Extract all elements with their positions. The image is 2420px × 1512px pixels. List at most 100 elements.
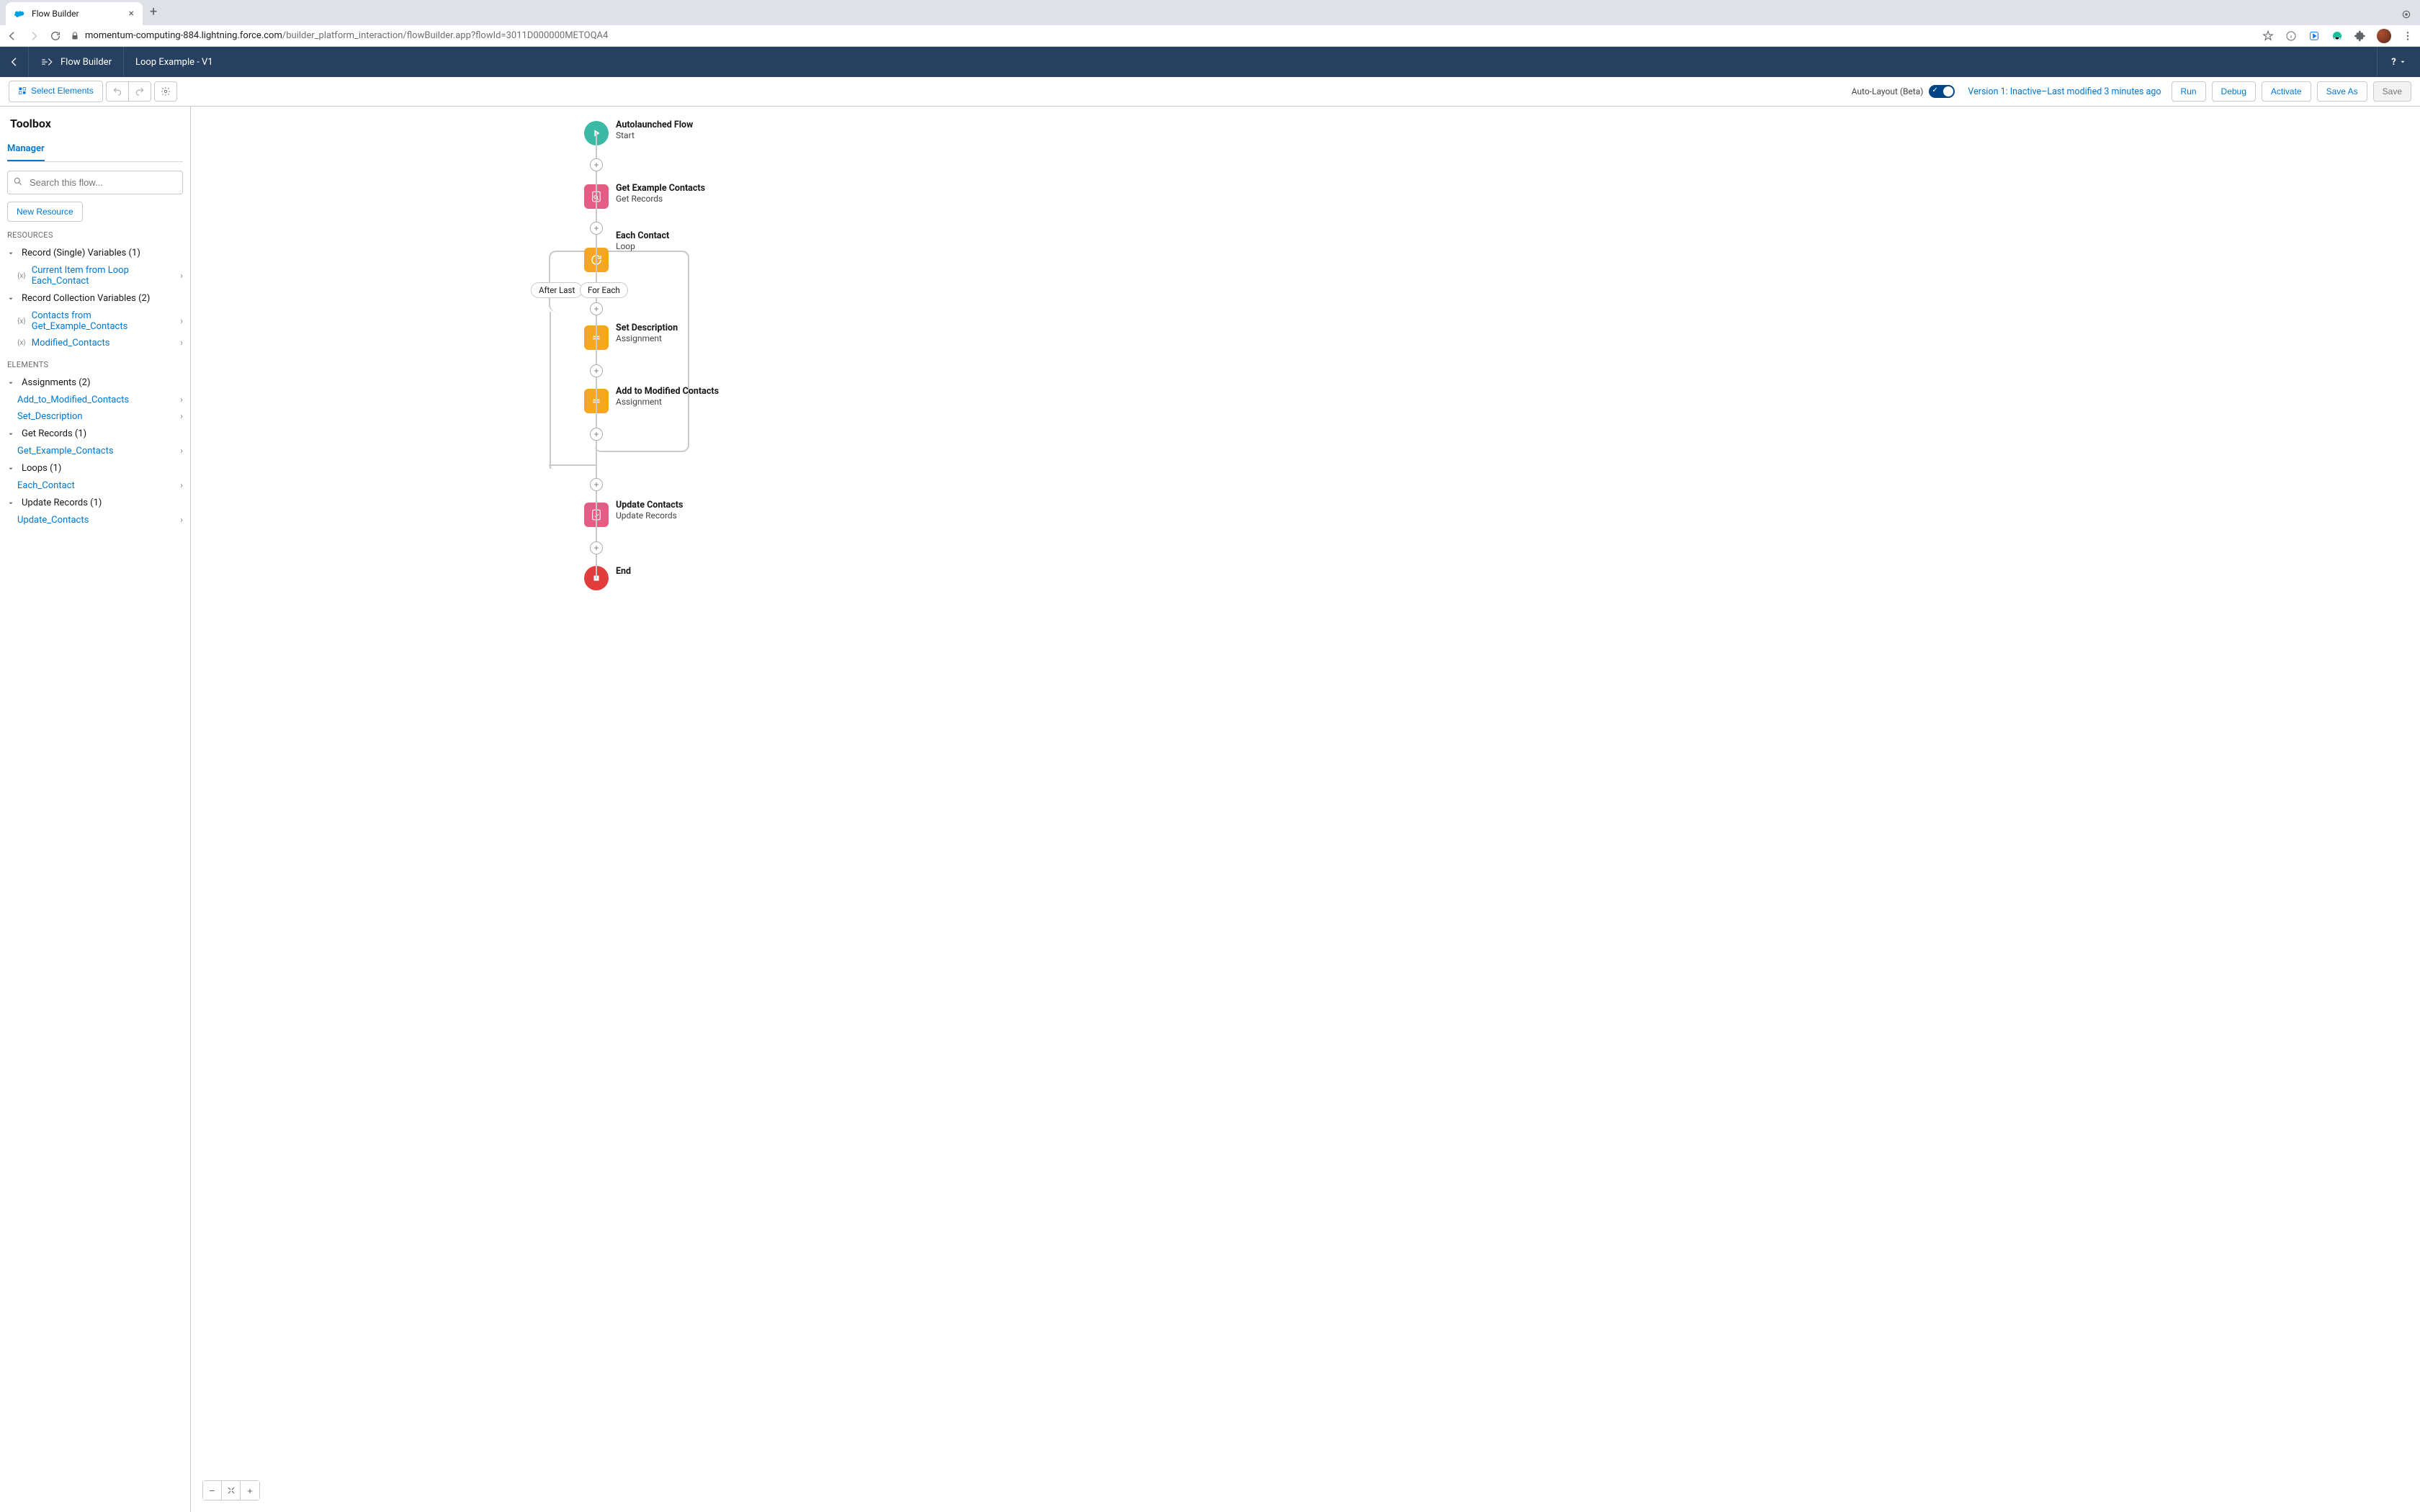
flow-canvas[interactable]: Autolaunched Flow Start + Get Example Co… [191, 107, 2420, 1512]
update-title: Update Contacts [616, 500, 760, 510]
leaf-update-contacts[interactable]: Update_Contacts › [7, 512, 183, 528]
chevron-down-icon [7, 431, 16, 438]
edge-after-last: After Last [531, 282, 583, 298]
add-element-button[interactable]: + [590, 158, 603, 171]
leaf-contacts-from[interactable]: {x}Contacts from Get_Example_Contacts › [7, 307, 183, 335]
new-tab-button[interactable]: + [143, 0, 164, 25]
save-button[interactable]: Save [2373, 81, 2411, 102]
group-assignments[interactable]: Assignments (2) [7, 374, 183, 392]
chevron-down-icon [7, 379, 16, 387]
group-loops[interactable]: Loops (1) [7, 459, 183, 477]
zoom-in-button[interactable]: + [241, 1481, 259, 1500]
redo-icon [135, 86, 145, 96]
flow-builder-icon [40, 55, 53, 68]
header-back-button[interactable] [0, 47, 29, 77]
back-button[interactable] [6, 30, 19, 42]
address-bar[interactable]: momentum-computing-884.lightning.force.c… [71, 30, 2253, 41]
toolbox-title: Toolbox [7, 114, 183, 138]
new-resource-button[interactable]: New Resource [7, 202, 83, 222]
group-update-records[interactable]: Update Records (1) [7, 494, 183, 512]
leaf-get-example-contacts[interactable]: Get_Example_Contacts › [7, 443, 183, 459]
leaf-modified-contacts[interactable]: {x}Modified_Contacts › [7, 335, 183, 351]
extension-icon-2[interactable] [2331, 30, 2344, 42]
avatar[interactable] [2377, 29, 2391, 43]
add-element-button[interactable]: + [590, 364, 603, 377]
group-record-single[interactable]: Record (Single) Variables (1) [7, 244, 183, 262]
add-mod-title: Add to Modified Contacts [616, 386, 760, 397]
start-subtitle: Start [616, 130, 760, 140]
search-input[interactable] [7, 171, 183, 194]
fit-button[interactable] [222, 1481, 241, 1500]
chevron-down-icon [7, 250, 16, 257]
reload-button[interactable] [49, 30, 62, 42]
run-button[interactable]: Run [2172, 81, 2206, 102]
info-icon[interactable] [2285, 30, 2298, 42]
loop-subtitle: Loop [616, 241, 760, 251]
get-subtitle: Get Records [616, 194, 760, 204]
debug-button[interactable]: Debug [2212, 81, 2256, 102]
sidebar: Toolbox Manager New Resource RESOURCES R… [0, 107, 191, 1512]
set-desc-title: Set Description [616, 323, 760, 333]
add-element-button[interactable]: + [590, 428, 603, 441]
start-title: Autolaunched Flow [616, 120, 760, 130]
chevron-right-icon: › [180, 446, 183, 456]
end-title: End [616, 566, 760, 577]
leaf-current-item[interactable]: {x}Current Item from Loop Each_Contact › [7, 262, 183, 289]
chevron-right-icon: › [180, 338, 183, 348]
redo-button[interactable] [128, 81, 151, 102]
leaf-each-contact[interactable]: Each_Contact › [7, 477, 183, 494]
help-menu[interactable]: ? [2377, 47, 2420, 77]
chevron-right-icon: › [180, 411, 183, 422]
add-element-button[interactable]: + [590, 222, 603, 235]
auto-layout-toggle[interactable]: ✓ [1929, 85, 1955, 98]
variable-icon: {x} [17, 272, 26, 280]
group-get-records[interactable]: Get Records (1) [7, 425, 183, 443]
auto-layout-label: Auto-Layout (Beta) [1852, 86, 1924, 96]
search-icon [13, 176, 23, 186]
loop-frame-right [594, 251, 689, 452]
expand-icon [227, 1486, 236, 1495]
chevron-down-icon [7, 500, 16, 507]
toolbar: Select Elements Auto-Layout (Beta) ✓ Ver… [0, 77, 2420, 107]
extension-icon-1[interactable] [2308, 30, 2321, 42]
add-element-button[interactable]: + [590, 541, 603, 554]
star-icon[interactable] [2262, 30, 2275, 42]
variable-icon: {x} [17, 339, 26, 347]
leaf-set-description[interactable]: Set_Description › [7, 408, 183, 425]
close-icon[interactable]: × [129, 8, 134, 19]
flow-name: Loop Example - V1 [124, 47, 225, 77]
leaf-add-to-modified[interactable]: Add_to_Modified_Contacts › [7, 392, 183, 408]
forward-button[interactable] [27, 30, 40, 42]
undo-button[interactable] [106, 81, 128, 102]
add-element-button[interactable]: + [590, 302, 603, 315]
browser-tab[interactable]: Flow Builder × [6, 2, 143, 25]
check-icon: ✓ [1932, 86, 1937, 94]
select-icon [18, 86, 27, 95]
app-name: Flow Builder [60, 57, 112, 68]
extensions-icon[interactable] [2354, 30, 2367, 42]
select-elements-button[interactable]: Select Elements [9, 81, 103, 102]
chevron-down-icon [7, 465, 16, 472]
group-record-collection[interactable]: Record Collection Variables (2) [7, 289, 183, 307]
salesforce-cloud-icon [14, 8, 26, 19]
chevron-right-icon: › [180, 316, 183, 327]
chevron-down-icon [7, 295, 16, 302]
edge-for-each: For Each [580, 282, 628, 298]
browser-chrome: Flow Builder × + momentum-computing-884.… [0, 0, 2420, 47]
chevron-right-icon: › [180, 515, 183, 526]
app-header: Flow Builder Loop Example - V1 ? [0, 47, 2420, 77]
minimize-window-icon[interactable] [2393, 4, 2420, 25]
set-desc-subtitle: Assignment [616, 333, 760, 343]
tab-title: Flow Builder [32, 9, 123, 19]
kebab-menu-icon[interactable] [2401, 30, 2414, 42]
chevron-right-icon: › [180, 395, 183, 405]
elements-heading: ELEMENTS [7, 360, 183, 369]
settings-button[interactable] [154, 81, 177, 102]
tab-manager[interactable]: Manager [7, 138, 45, 161]
save-as-button[interactable]: Save As [2317, 81, 2367, 102]
gear-icon [161, 86, 171, 96]
lock-icon [71, 32, 79, 40]
zoom-out-button[interactable]: − [203, 1481, 222, 1500]
activate-button[interactable]: Activate [2262, 81, 2311, 102]
add-element-button[interactable]: + [590, 478, 603, 491]
